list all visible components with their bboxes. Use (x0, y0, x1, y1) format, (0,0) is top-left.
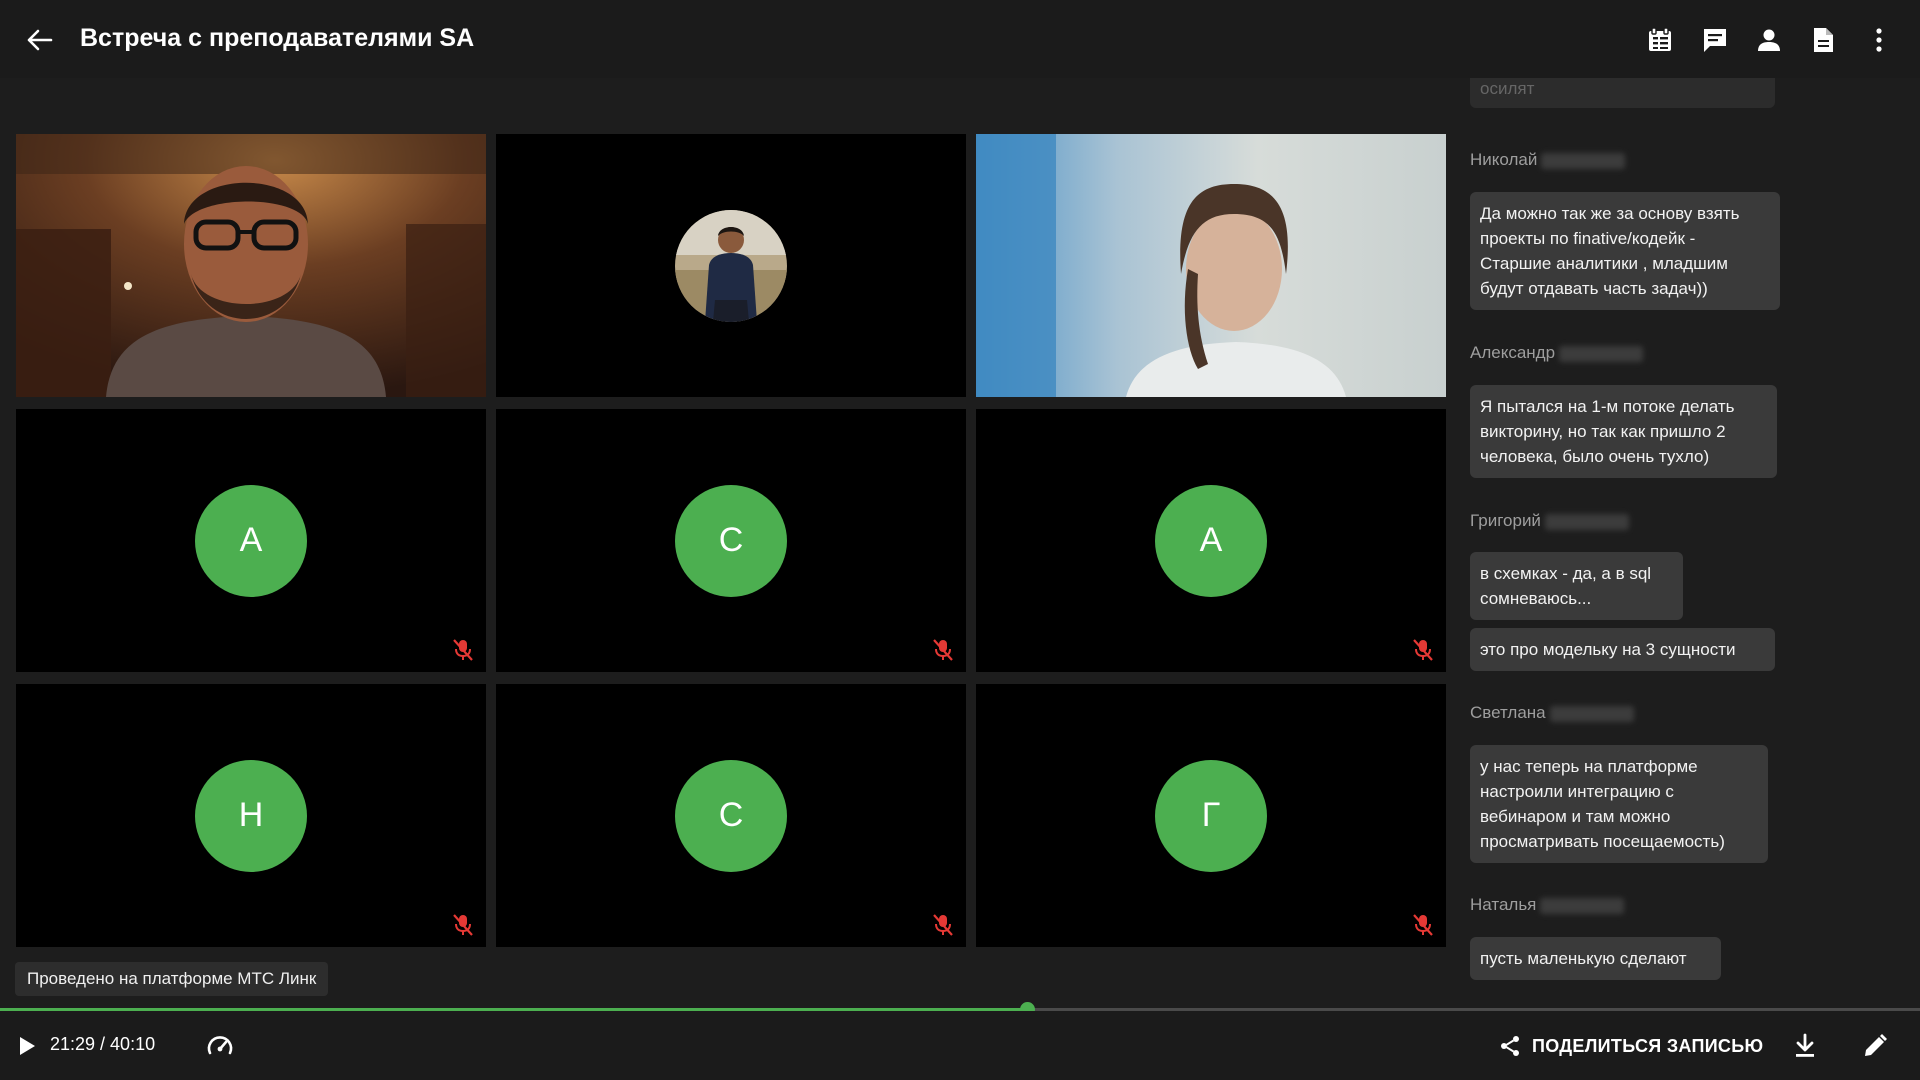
mic-off-icon (933, 914, 953, 936)
participant-initial-avatar: Г (1155, 759, 1267, 872)
share-recording-button[interactable]: ПОДЕЛИТЬСЯ ЗАПИСЬЮ (1498, 1028, 1763, 1064)
participant-initial-avatar: С (675, 759, 787, 872)
chat-message: это про модельку на 3 сущности (1470, 628, 1775, 671)
player-controls: 21:29 / 40:10 ПОДЕЛИТЬСЯ ЗАПИСЬЮ (0, 1011, 1920, 1080)
chat-message: Да можно так же за основу взять проекты … (1470, 192, 1780, 310)
platform-note: Проведено на платформе МТС Линк (15, 962, 329, 996)
participant-video-tile[interactable] (16, 134, 486, 397)
participant-video-tile[interactable] (976, 134, 1446, 397)
mic-off-icon (933, 639, 953, 661)
chat-author: Николай (1470, 150, 1626, 170)
play-icon[interactable] (12, 1031, 42, 1061)
chat-message: пусть маленькую сделают (1470, 937, 1721, 980)
participants-icon[interactable] (1752, 23, 1786, 57)
share-recording-label: ПОДЕЛИТЬСЯ ЗАПИСЬЮ (1532, 1035, 1764, 1056)
chat-author: Наталья (1470, 895, 1625, 915)
participant-tile[interactable]: Н (16, 684, 486, 947)
mic-off-icon (1413, 914, 1433, 936)
participant-initial-avatar: С (675, 484, 787, 597)
chat-message: осилят (1470, 78, 1775, 108)
page-title: Встреча с преподавателями SA (80, 24, 475, 52)
mic-off-icon (453, 639, 473, 661)
mic-off-icon (453, 914, 473, 936)
participant-initial-avatar: А (1155, 484, 1267, 597)
mic-off-icon (1413, 639, 1433, 661)
chat-author: Александр (1470, 343, 1644, 363)
participant-tile[interactable]: С (496, 409, 966, 672)
participant-tile[interactable]: А (976, 409, 1446, 672)
chat-icon[interactable] (1698, 23, 1732, 57)
more-vertical-icon[interactable] (1862, 23, 1896, 57)
participant-tile[interactable]: А (16, 409, 486, 672)
playback-time: 21:29 / 40:10 (50, 1034, 156, 1054)
download-icon[interactable] (1788, 1029, 1822, 1063)
chat-message: у нас теперь на платформе настроили инте… (1470, 745, 1768, 863)
chat-message: в схемках - да, а в sql сомневаюсь... (1470, 552, 1683, 620)
document-icon[interactable] (1806, 23, 1840, 57)
participant-video (976, 134, 1446, 397)
edit-pencil-icon[interactable] (1858, 1029, 1892, 1063)
chat-message: Я пытался на 1-м потоке делать викторину… (1470, 385, 1777, 478)
participants-grid: А С А Н С Г (16, 134, 1454, 949)
chat-author: Григорий (1470, 511, 1629, 531)
participant-tile[interactable]: С (496, 684, 966, 947)
participant-photo-avatar (675, 209, 787, 322)
top-bar: Встреча с преподавателями SA (0, 0, 1920, 78)
notes-icon[interactable] (1643, 23, 1677, 57)
participant-initial-avatar: Н (195, 759, 307, 872)
share-icon (1501, 1036, 1519, 1056)
participant-initial-avatar: А (195, 484, 307, 597)
chat-author: Светлана (1470, 703, 1634, 723)
participant-photo-tile[interactable] (496, 134, 966, 397)
back-arrow-icon[interactable] (24, 24, 56, 56)
chat-panel[interactable]: осилят Николай Да можно так же за основу… (1470, 78, 1910, 1008)
speed-gauge-icon[interactable] (203, 1029, 237, 1063)
participant-video (16, 134, 486, 397)
participant-tile[interactable]: Г (976, 684, 1446, 947)
